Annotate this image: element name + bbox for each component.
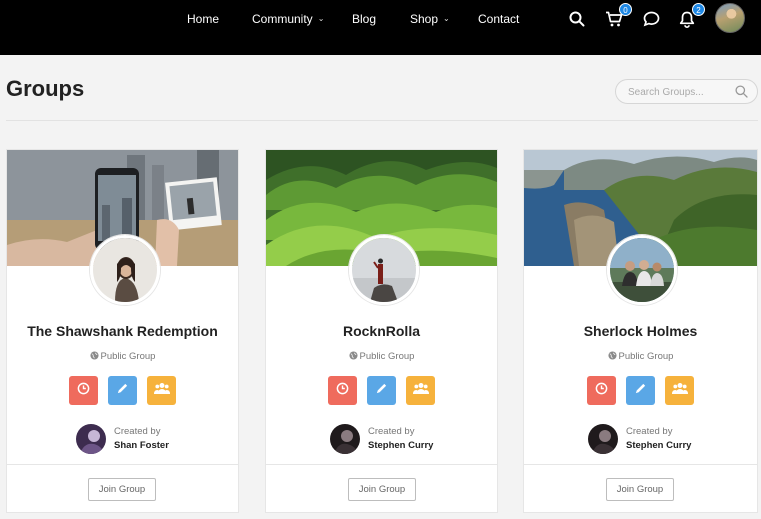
bell-icon[interactable]: 2 bbox=[676, 3, 705, 30]
nav-shop[interactable]: Shop ⌄ bbox=[410, 12, 450, 26]
group-edit-button[interactable] bbox=[108, 376, 137, 405]
card-divider bbox=[7, 464, 238, 465]
nav-blog[interactable]: Blog bbox=[352, 12, 376, 26]
globe-icon bbox=[89, 351, 99, 363]
creator-name[interactable]: Stephen Curry bbox=[626, 440, 691, 451]
group-type: Public Group bbox=[266, 351, 497, 363]
group-actions bbox=[7, 376, 238, 405]
nav-contact[interactable]: Contact bbox=[478, 12, 519, 26]
page-title: Groups bbox=[6, 76, 85, 101]
group-name[interactable]: The Shawshank Redemption bbox=[7, 323, 238, 339]
group-activity-button[interactable] bbox=[69, 376, 98, 405]
creator-avatar[interactable] bbox=[588, 424, 618, 454]
clock-icon bbox=[77, 382, 90, 400]
pencil-icon bbox=[116, 382, 129, 400]
chevron-down-icon: ⌄ bbox=[443, 14, 450, 23]
group-type: Public Group bbox=[7, 351, 238, 363]
group-actions bbox=[524, 376, 757, 405]
group-members-button[interactable] bbox=[665, 376, 694, 405]
join-group-button[interactable]: Join Group bbox=[88, 478, 156, 501]
globe-icon bbox=[348, 351, 358, 363]
pencil-icon bbox=[375, 382, 388, 400]
group-type: Public Group bbox=[524, 351, 757, 363]
nav-home[interactable]: Home bbox=[187, 12, 219, 26]
search-groups-input[interactable] bbox=[628, 84, 733, 100]
users-icon bbox=[671, 382, 688, 400]
pencil-icon bbox=[634, 382, 647, 400]
join-group-button[interactable]: Join Group bbox=[606, 478, 674, 501]
notification-count-badge: 2 bbox=[692, 3, 705, 16]
header-divider bbox=[6, 120, 758, 121]
nav-community[interactable]: Community ⌄ bbox=[252, 12, 324, 26]
chat-icon[interactable] bbox=[640, 8, 662, 30]
creator-name[interactable]: Stephen Curry bbox=[368, 440, 433, 451]
globe-icon bbox=[607, 351, 617, 363]
group-avatar bbox=[90, 235, 160, 305]
group-card: The Shawshank Redemption Public Group Cr… bbox=[6, 149, 239, 513]
search-groups-box bbox=[615, 79, 758, 104]
group-name[interactable]: RocknRolla bbox=[266, 323, 497, 339]
card-divider bbox=[524, 464, 757, 465]
group-edit-button[interactable] bbox=[626, 376, 655, 405]
card-divider bbox=[266, 464, 497, 465]
search-icon[interactable] bbox=[735, 85, 748, 103]
clock-icon bbox=[595, 382, 608, 400]
chevron-down-icon: ⌄ bbox=[317, 14, 325, 23]
group-avatar bbox=[349, 235, 419, 305]
group-activity-button[interactable] bbox=[328, 376, 357, 405]
group-card: Sherlock Holmes Public Group Created by … bbox=[523, 149, 758, 513]
group-activity-button[interactable] bbox=[587, 376, 616, 405]
cart-count-badge: 0 bbox=[619, 3, 632, 16]
clock-icon bbox=[336, 382, 349, 400]
users-icon bbox=[153, 382, 170, 400]
search-icon[interactable] bbox=[566, 8, 588, 30]
main-nav: Home Community ⌄ Blog Shop ⌄ Contact 0 2 bbox=[0, 0, 761, 40]
group-avatar bbox=[607, 235, 677, 305]
user-avatar[interactable] bbox=[715, 3, 745, 33]
group-name[interactable]: Sherlock Holmes bbox=[524, 323, 757, 339]
join-group-button[interactable]: Join Group bbox=[348, 478, 416, 501]
group-edit-button[interactable] bbox=[367, 376, 396, 405]
creator-avatar[interactable] bbox=[76, 424, 106, 454]
group-card: RocknRolla Public Group Created by Steph… bbox=[265, 149, 498, 513]
group-members-button[interactable] bbox=[406, 376, 435, 405]
group-actions bbox=[266, 376, 497, 405]
top-header: Home Community ⌄ Blog Shop ⌄ Contact 0 2 bbox=[0, 0, 761, 55]
users-icon bbox=[412, 382, 429, 400]
cart-icon[interactable]: 0 bbox=[603, 3, 632, 30]
group-members-button[interactable] bbox=[147, 376, 176, 405]
creator-name[interactable]: Shan Foster bbox=[114, 440, 169, 451]
creator-avatar[interactable] bbox=[330, 424, 360, 454]
